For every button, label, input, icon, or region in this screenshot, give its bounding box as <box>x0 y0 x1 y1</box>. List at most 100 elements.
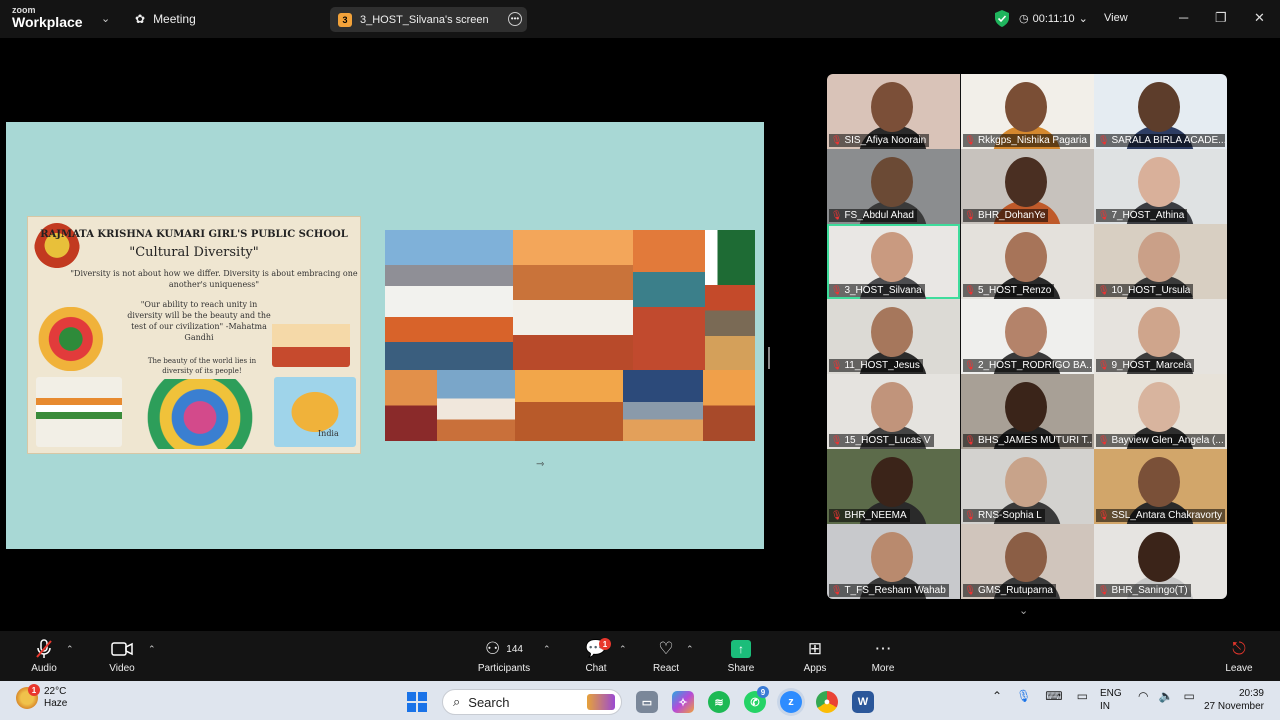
screen-share-pill[interactable]: 3 3_HOST_Silvana's screen ••• <box>330 7 527 32</box>
windows-start-icon[interactable] <box>406 691 428 713</box>
taskbar-search[interactable]: ⌕ Search <box>442 689 622 715</box>
participant-tile[interactable]: 🎙 GMS_Rutuparna <box>960 524 1094 599</box>
wifi-icon[interactable]: ◠ <box>1138 689 1148 703</box>
participant-tile[interactable]: 🎙 2_HOST_RODRIGO BA... <box>960 299 1094 374</box>
weather-widget[interactable]: 1 22°C Haze <box>16 684 67 710</box>
restore-icon[interactable]: ❐ <box>1215 10 1227 26</box>
more-button[interactable]: ⋯ More <box>853 637 913 674</box>
gallery-scroll-down-icon[interactable]: ⌄ <box>1019 604 1028 617</box>
participant-video <box>1004 457 1047 507</box>
battery-icon[interactable]: ▭ <box>1183 689 1194 703</box>
muted-mic-icon: 🎙 <box>1098 435 1110 445</box>
apps-button[interactable]: ⊞ Apps <box>785 637 845 674</box>
participant-name: 🎙 RNS-Sophia L <box>962 509 1045 522</box>
react-label: React <box>652 663 680 674</box>
share-button[interactable]: ↑ Share <box>711 637 771 674</box>
chevron-up-icon[interactable]: ⌃ <box>992 689 1002 703</box>
microphone-icon[interactable]: 🎙 <box>1016 689 1031 703</box>
spotify-icon[interactable]: ≋ <box>708 691 730 713</box>
participants-label: Participants <box>477 663 531 674</box>
language-indicator[interactable]: ENG IN <box>1100 687 1122 713</box>
participant-name-text: 7_HOST_Athina <box>1111 210 1185 221</box>
word-icon[interactable]: W <box>852 691 874 713</box>
participant-tile[interactable]: 🎙 7_HOST_Athina <box>1094 149 1227 224</box>
participants-options-caret[interactable]: ⌃ <box>543 644 551 655</box>
volume-icon[interactable]: 🔈 <box>1158 689 1173 703</box>
courtyard-tile <box>705 285 755 370</box>
participant-name-text: 3_HOST_Silvana <box>844 285 922 296</box>
leave-button[interactable]: ⎋ Leave <box>1209 637 1269 674</box>
participant-tile[interactable]: 🎙 10_HOST_Ursula <box>1094 224 1227 299</box>
participant-tile[interactable]: 🎙 5_HOST_Renzo <box>960 224 1094 299</box>
poster-title: RAJMATA KRISHNA KUMARI GIRL'S PUBLIC SCH… <box>40 229 348 240</box>
minimize-icon[interactable]: ─ <box>1179 10 1188 25</box>
participant-tile[interactable]: 🎙 9_HOST_Marcela <box>1094 299 1227 374</box>
participant-tile[interactable]: 🎙 BHR_DohanYe <box>960 149 1094 224</box>
participant-video <box>871 307 913 357</box>
muted-mic-icon: 🎙 <box>831 435 843 445</box>
participant-tile[interactable]: 🎙 SARALA BIRLA ACADE... <box>1094 74 1227 149</box>
whatsapp-icon[interactable]: ✆ 9 <box>744 686 769 713</box>
more-options-icon[interactable]: ••• <box>508 12 522 26</box>
whatsapp-badge: 9 <box>757 686 769 698</box>
chat-options-caret[interactable]: ⌃ <box>619 644 627 655</box>
participant-name: 🎙 FS_Abdul Ahad <box>829 209 917 222</box>
keyboard-icon[interactable]: ⌨ <box>1045 689 1062 703</box>
chevron-down-icon[interactable]: ⌄ <box>101 12 110 25</box>
taskbar-clock[interactable]: 20:39 27 November <box>1198 687 1264 713</box>
muted-mic-icon: 🎙 <box>964 510 976 520</box>
meeting-timer[interactable]: ◷ 00:11:10 ⌄ <box>1019 12 1088 26</box>
meeting-menu[interactable]: ✿ Meeting <box>135 12 196 26</box>
participant-name-text: 5_HOST_Renzo <box>977 285 1052 296</box>
participant-tile[interactable]: 🎙 11_HOST_Jesus <box>827 299 960 374</box>
temperature: 22°C <box>44 686 67 697</box>
participant-tile[interactable]: 🎙 T_FS_Resham Wahab <box>827 524 960 599</box>
participant-tile[interactable]: 🎙 FS_Abdul Ahad <box>827 149 960 224</box>
participant-video <box>1004 157 1047 207</box>
cultural-collage-image <box>385 230 755 441</box>
participant-tile[interactable]: 🎙 BHR_Saningo(T) <box>1094 524 1227 599</box>
video-button[interactable]: Video <box>92 637 152 674</box>
zoom-app-icon[interactable]: z <box>780 691 802 713</box>
copilot-icon[interactable]: ✧ <box>672 691 694 713</box>
apps-label: Apps <box>803 663 827 674</box>
participant-name: 🎙 BHR_Saningo(T) <box>1096 584 1191 597</box>
security-shield-icon[interactable] <box>995 10 1009 27</box>
participant-tile[interactable]: 🎙 Bayview Glen_Angela (... <box>1094 374 1227 449</box>
participant-gallery[interactable]: 🎙 SIS_Afiya Noorain 🎙 Rkkgps_Nishika Pagari… <box>827 74 1227 599</box>
display-icon[interactable]: ▭ <box>1077 689 1088 703</box>
close-icon[interactable]: ✕ <box>1254 10 1265 26</box>
shared-screen[interactable]: RAJMATA KRISHNA KUMARI GIRL'S PUBLIC SCH… <box>6 122 764 549</box>
apps-icon: ⊞ <box>807 639 823 658</box>
participant-tile[interactable]: 🎙 15_HOST_Lucas V <box>827 374 960 449</box>
audio-button[interactable]: Audio <box>14 637 74 674</box>
resize-handle[interactable] <box>768 347 770 369</box>
participant-tile[interactable]: 🎙 3_HOST_Silvana <box>827 224 960 299</box>
zoom-logo[interactable]: zoom Workplace <box>12 6 83 30</box>
participant-name: 🎙 GMS_Rutuparna <box>962 584 1056 597</box>
react-button[interactable]: ♡ React <box>636 637 696 674</box>
chrome-icon[interactable]: ● <box>816 691 838 713</box>
participant-tile[interactable]: 🎙 Rkkgps_Nishika Pagaria <box>960 74 1094 149</box>
participant-tile[interactable]: 🎙 BHR_NEEMA <box>827 449 960 524</box>
task-view-icon[interactable]: ▭ <box>636 691 658 713</box>
muted-mic-icon: 🎙 <box>1098 210 1110 220</box>
chevron-down-icon: ⌄ <box>1078 13 1088 25</box>
participants-button[interactable]: ⚇ 144 Participants <box>474 637 534 674</box>
participant-tile[interactable]: 🎙 SSL_Antara Chakravorty <box>1094 449 1227 524</box>
muted-mic-icon: 🎙 <box>831 135 843 145</box>
participant-name: 🎙 5_HOST_Renzo <box>962 284 1055 297</box>
video-options-caret[interactable]: ⌃ <box>148 644 156 655</box>
view-button[interactable]: View <box>1104 12 1128 24</box>
audio-options-caret[interactable]: ⌃ <box>66 644 74 655</box>
india-map-illustration <box>274 377 356 447</box>
chat-button[interactable]: 💬 1 Chat <box>566 637 626 674</box>
mosque-tile <box>385 230 513 370</box>
participant-tile[interactable]: 🎙 RNS-Sophia L <box>960 449 1094 524</box>
participant-tile[interactable]: 🎙 BHS_JAMES MUTURI T... <box>960 374 1094 449</box>
video-camera-icon <box>92 637 152 661</box>
react-options-caret[interactable]: ⌃ <box>686 644 694 655</box>
night-mountain-tile <box>623 370 703 441</box>
participant-name-text: 11_HOST_Jesus <box>844 360 920 371</box>
participant-tile[interactable]: 🎙 SIS_Afiya Noorain <box>827 74 960 149</box>
